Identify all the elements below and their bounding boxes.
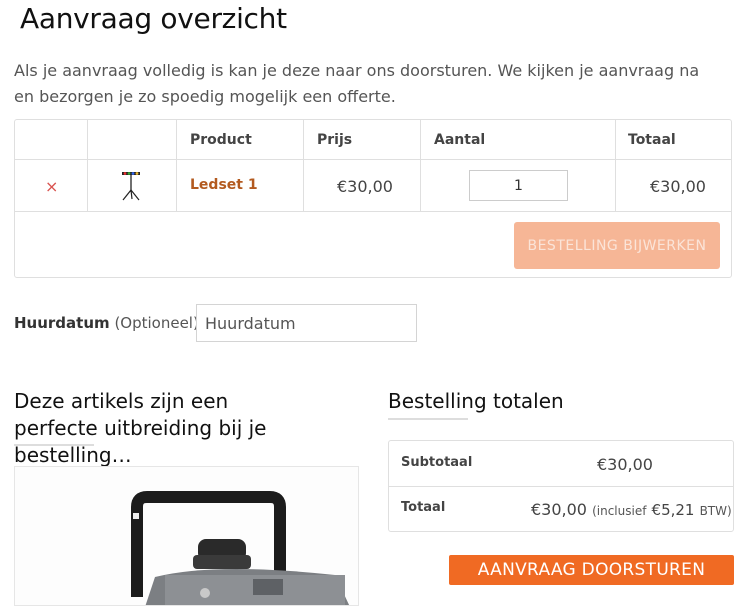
total-value-line: €30,00 (inclusief €5,21 BTW): [531, 500, 732, 519]
rental-date-label: Huurdatum (Optioneel): [14, 314, 199, 332]
subtotal-value: €30,00: [597, 455, 653, 474]
led-light-stand-icon[interactable]: [120, 170, 142, 206]
cart-table: Product Prijs Aantal Totaal × Ledset 1 €…: [14, 119, 732, 278]
total-value: €30,00: [531, 500, 587, 519]
tax-prefix: (inclusief: [592, 504, 647, 518]
remove-item-icon[interactable]: ×: [45, 177, 58, 196]
subtotal-label: Subtotaal: [401, 455, 473, 470]
tax-amount: €5,21: [651, 501, 695, 519]
line-total: €30,00: [650, 177, 706, 196]
header-total: Totaal: [628, 132, 676, 148]
rental-date-optional: (Optioneel): [114, 314, 199, 332]
order-totals-heading: Bestelling totalen: [388, 389, 564, 413]
tax-suffix: BTW): [699, 504, 732, 518]
total-label: Totaal: [401, 500, 446, 515]
header-product: Product: [190, 132, 252, 148]
order-totals-table: Subtotaal €30,00 Totaal €30,00 (inclusie…: [388, 440, 734, 532]
quantity-input[interactable]: [469, 170, 568, 201]
rental-date-input[interactable]: [196, 304, 417, 342]
header-price: Prijs: [317, 132, 353, 148]
totals-heading-underline: [388, 418, 468, 420]
intro-text: Als je aanvraag volledig is kan je deze …: [14, 61, 700, 106]
header-quantity: Aantal: [434, 132, 486, 148]
upsell-heading: Deze artikels zijn een perfecte uitbreid…: [14, 389, 267, 467]
rental-date-label-text: Huurdatum: [14, 314, 110, 332]
smoke-machine-icon[interactable]: [15, 467, 359, 606]
upsell-product-card[interactable]: [14, 466, 359, 606]
submit-request-button[interactable]: AANVRAAG DOORSTUREN: [449, 555, 734, 585]
product-link[interactable]: Ledset 1: [190, 177, 258, 193]
product-price: €30,00: [337, 177, 393, 196]
page-title: Aanvraag overzicht: [20, 2, 287, 35]
update-order-button[interactable]: BESTELLING BIJWERKEN: [514, 222, 720, 269]
upsell-heading-underline: [14, 444, 94, 446]
